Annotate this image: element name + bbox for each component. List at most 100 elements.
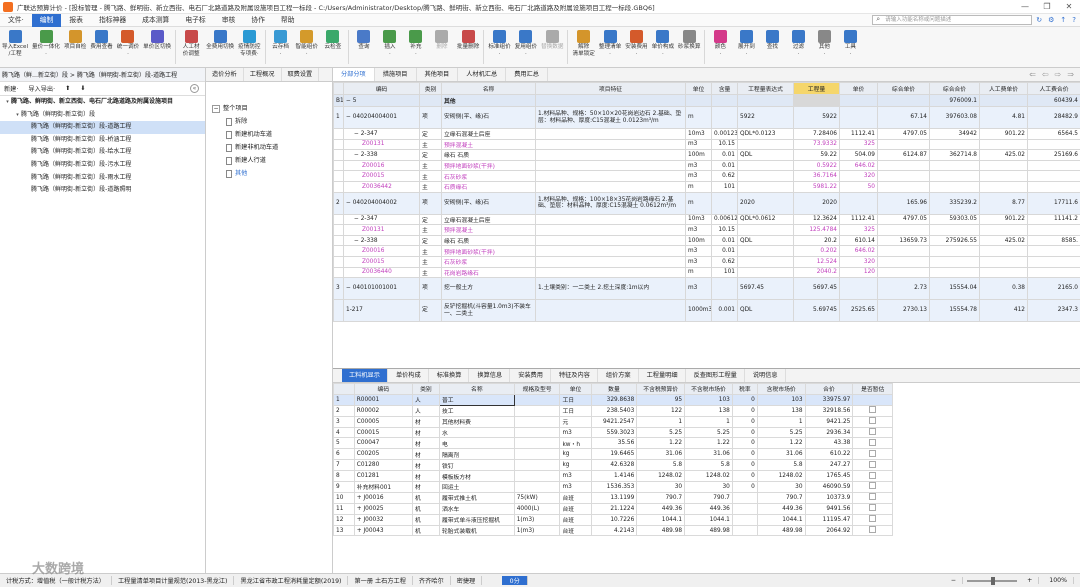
menu-item-3[interactable]: 指标神器 (91, 14, 134, 27)
resource-header[interactable]: 类别 (411, 383, 440, 395)
grid-cell[interactable]: 2040.2 (793, 266, 840, 279)
table-row[interactable]: 1-217 定反铲挖掘机(斗容量1.0m3)不装车 一、二类土 1000m3 0.00… (333, 299, 1080, 323)
grid-cell[interactable]: Z00015 (343, 170, 420, 182)
grid-cell[interactable]: 25169.6 (1027, 149, 1080, 161)
grid-cell[interactable]: 397603.08 (929, 106, 980, 129)
grid-cell[interactable]: m (685, 106, 712, 129)
resource-cell[interactable]: 247.27 (804, 459, 854, 472)
grid-cell[interactable]: 0.38 (979, 277, 1028, 301)
grid-cell[interactable] (535, 94, 686, 107)
grid-cell[interactable]: 15554.04 (929, 277, 980, 301)
grid-cell[interactable]: 5697.45 (793, 277, 840, 301)
ribbon-button-8[interactable]: 疫情防控 专项费· (238, 27, 261, 58)
grid-cell[interactable] (1027, 255, 1080, 268)
resource-cell[interactable]: 人 (411, 404, 440, 417)
ribbon-button-10[interactable]: 智能组价 · (296, 27, 318, 58)
estimate-checkbox[interactable] (869, 449, 877, 457)
grid-cell[interactable] (535, 234, 686, 247)
grid-header[interactable]: 类别 (419, 82, 442, 95)
resource-cell[interactable]: 2064.92 (804, 524, 854, 537)
resource-cell[interactable]: 1 (684, 415, 733, 428)
grid-cell[interactable] (1027, 245, 1080, 257)
table-row[interactable]: 5 C00047 材电 kw・h 35.56 1.22 1.22 0 1.22 43.38 (333, 437, 893, 450)
nav-arrow-icon[interactable]: ⇦ (1042, 68, 1049, 81)
grid-cell[interactable]: Z00016 (343, 159, 420, 172)
resource-cell[interactable]: 工日 (559, 404, 592, 417)
project-tree-item[interactable]: 腾飞路（鲜明街-新立街）段-给水工程 (0, 146, 205, 159)
grid-cell[interactable]: 项 (419, 106, 442, 129)
table-row[interactable]: 12 + J00032 机履带式单斗液压挖掘机 1(m3) 台班 10.7226 1044.… (333, 513, 893, 526)
resource-cell[interactable]: 1044.1 (756, 513, 806, 526)
resource-cell[interactable]: 1.22 (756, 437, 806, 450)
resource-cell[interactable] (731, 502, 758, 515)
estimate-checkbox[interactable] (869, 493, 877, 501)
resource-header[interactable]: 名称 (438, 383, 515, 395)
grid-cell[interactable]: Z00016 (343, 245, 420, 257)
grid-cell[interactable] (1027, 266, 1080, 279)
resource-cell[interactable] (513, 393, 561, 406)
ribbon-button-12[interactable]: 查询 (353, 27, 375, 51)
resource-cell[interactable] (731, 513, 758, 526)
grid-cell[interactable]: 13659.73 (877, 234, 930, 247)
minimize-button[interactable]: — (1014, 2, 1036, 11)
resource-cell[interactable]: m3 (559, 481, 592, 493)
grid-cell[interactable]: 2730.13 (877, 299, 930, 323)
resource-cell[interactable]: 铁钉 (438, 459, 515, 472)
grid-cell[interactable]: 6124.87 (877, 149, 930, 161)
move-up-button[interactable]: ⬆ (65, 85, 70, 92)
grid-cell[interactable] (839, 277, 878, 301)
grid-cell[interactable] (929, 180, 980, 193)
grid-cell[interactable] (979, 170, 1028, 182)
grid-header[interactable]: 工程量 (793, 82, 840, 95)
resource-cell[interactable]: 1(m3) (513, 513, 561, 526)
ribbon-button-13[interactable]: 插入 · (379, 27, 401, 58)
function-search-input[interactable]: 请输入功能名称或问题描述 (872, 15, 1033, 25)
main-tab-3[interactable]: 人材机汇总 (458, 68, 507, 81)
grid-cell[interactable]: − 040204004002 (343, 191, 420, 215)
resource-cell[interactable]: 1044.1 (684, 513, 733, 526)
grid-cell[interactable] (333, 234, 344, 247)
grid-cell[interactable]: 预拌混凝土 (441, 138, 536, 151)
grid-cell[interactable]: 反铲挖掘机(斗容量1.0m3)不装车 一、二类土 (441, 299, 536, 323)
resource-cell[interactable]: 1248.02 (636, 470, 686, 483)
estimate-checkbox[interactable] (869, 526, 877, 534)
resource-cell[interactable]: m3 (559, 426, 592, 439)
grid-cell[interactable] (333, 170, 344, 182)
resource-cell[interactable]: 1.4146 (590, 470, 638, 483)
grid-cell[interactable] (1027, 170, 1080, 182)
resource-cell[interactable] (513, 437, 561, 450)
resource-cell[interactable] (852, 481, 893, 493)
resource-cell[interactable]: 138 (756, 404, 806, 417)
section-tree-item[interactable]: − 整个项目 (206, 102, 332, 115)
grid-cell[interactable] (929, 159, 980, 172)
grid-cell[interactable]: 60439.4 (1027, 94, 1080, 107)
resource-cell[interactable]: 0 (731, 393, 758, 406)
grid-cell[interactable] (535, 170, 686, 182)
resource-cell[interactable]: 103 (756, 393, 806, 406)
resource-cell[interactable]: 4 (333, 426, 355, 439)
ribbon-button-23[interactable]: 单价构成 · (652, 27, 674, 58)
table-row[interactable]: Z00015 主石灰砂浆 m3 0.62 36.7164 320 (333, 170, 1080, 182)
grid-cell[interactable] (333, 299, 344, 323)
resource-cell[interactable]: 材 (411, 415, 440, 428)
resource-cell[interactable]: 1(m3) (513, 524, 561, 537)
resource-cell[interactable]: 机 (411, 491, 440, 504)
grid-cell[interactable] (711, 191, 738, 215)
grid-cell[interactable]: 1.材料品种、规格：50×10×20花岗岩边石 2.基础、垫层：材料品种、厚度:… (535, 106, 686, 129)
grid-cell[interactable]: 320 (839, 170, 878, 182)
estimate-checkbox[interactable] (869, 417, 877, 425)
resource-cell[interactable]: C00047 (353, 437, 413, 450)
resource-cell[interactable]: + J00043 (353, 524, 413, 537)
ribbon-button-2[interactable]: 项目自检 (64, 27, 86, 51)
grid-cell[interactable]: 0.00123 (711, 128, 738, 140)
grid-cell[interactable]: 425.02 (979, 149, 1028, 161)
grid-cell[interactable]: 1112.41 (839, 128, 878, 140)
resource-cell[interactable]: 12 (333, 513, 355, 526)
resource-cell[interactable] (513, 470, 561, 483)
grid-cell[interactable] (929, 138, 980, 151)
resource-cell[interactable] (513, 404, 561, 417)
grid-cell[interactable] (979, 245, 1028, 257)
grid-cell[interactable] (839, 106, 878, 129)
resource-cell[interactable]: 机 (411, 524, 440, 537)
grid-cell[interactable]: 100m (685, 234, 712, 247)
